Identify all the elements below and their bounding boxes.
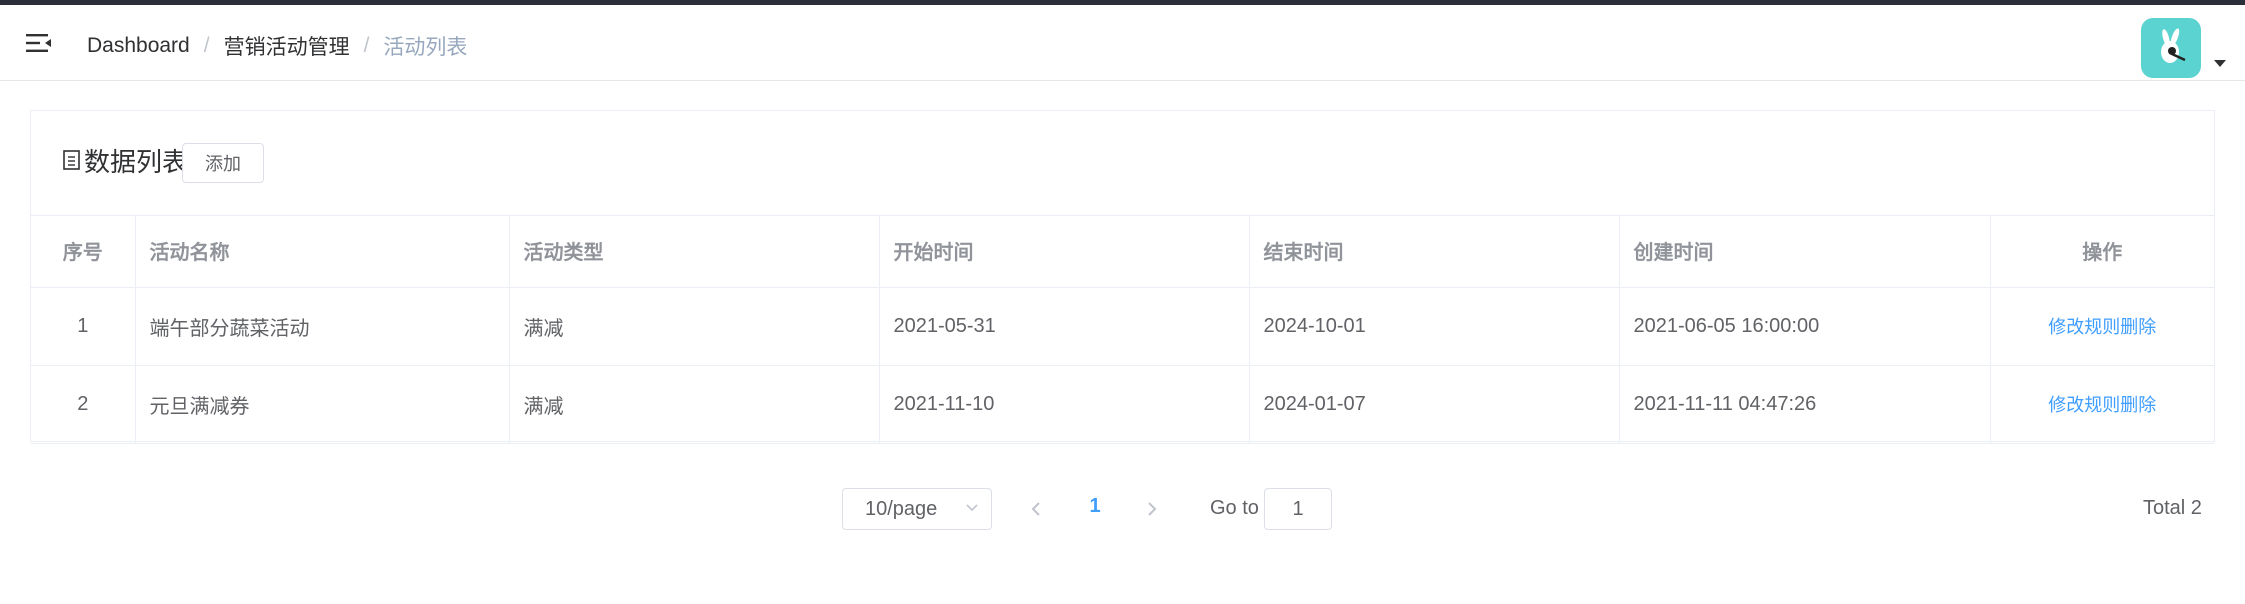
avatar-dropdown-caret-icon[interactable] — [2214, 60, 2226, 67]
edit-link[interactable]: 修改 — [2048, 395, 2084, 415]
breadcrumb: Dashboard / 营销活动管理 / 活动列表 — [87, 29, 467, 63]
cell-end: 2024-10-01 — [1249, 287, 1620, 366]
column-header-start: 开始时间 — [879, 215, 1250, 288]
user-avatar-icon[interactable] — [2141, 18, 2201, 78]
card-title: 数据列表 — [62, 143, 188, 177]
page-size-select[interactable]: 10/page — [842, 488, 992, 530]
table-row: 1 端午部分蔬菜活动 满减 2021-05-31 2024-10-01 2021… — [31, 287, 2214, 366]
cell-type: 满减 — [509, 287, 880, 366]
cell-start: 2021-11-10 — [879, 365, 1250, 444]
rule-link[interactable]: 规则 — [2084, 317, 2120, 337]
breadcrumb-separator: / — [203, 34, 210, 57]
prev-page-icon[interactable] — [1024, 496, 1048, 522]
cell-type: 满减 — [509, 365, 880, 444]
column-header-end: 结束时间 — [1249, 215, 1620, 288]
column-header-name: 活动名称 — [135, 215, 510, 288]
goto-label: Go to — [1210, 497, 1259, 519]
cell-actions: 修改规则删除 — [1990, 365, 2214, 444]
cell-index: 1 — [31, 287, 136, 366]
card-title-text: 数据列表 — [84, 146, 189, 177]
navbar: Dashboard / 营销活动管理 / 活动列表 — [0, 5, 2245, 81]
delete-link[interactable]: 删除 — [2120, 317, 2156, 337]
delete-link[interactable]: 删除 — [2120, 395, 2156, 415]
next-page-icon[interactable] — [1140, 496, 1164, 522]
activity-table: 序号 活动名称 活动类型 开始时间 结束时间 创建时间 操作 1 端午部分蔬菜活… — [31, 215, 2214, 444]
breadcrumb-current: 活动列表 — [383, 36, 468, 59]
column-header-index: 序号 — [31, 215, 136, 288]
cell-index: 2 — [31, 365, 136, 444]
cell-name: 端午部分蔬菜活动 — [135, 287, 510, 366]
cell-created: 2021-06-05 16:00:00 — [1619, 287, 1991, 366]
goto-page-input[interactable] — [1264, 488, 1332, 530]
breadcrumb-separator: / — [363, 34, 370, 57]
cell-actions: 修改规则删除 — [1990, 287, 2214, 366]
cell-name: 元旦满减券 — [135, 365, 510, 444]
rule-link[interactable]: 规则 — [2084, 395, 2120, 415]
breadcrumb-dashboard[interactable]: Dashboard — [87, 34, 190, 58]
chevron-down-icon — [966, 504, 978, 512]
total-count: Total 2 — [2143, 497, 2202, 519]
document-list-icon — [63, 150, 80, 170]
table-header-row: 序号 活动名称 活动类型 开始时间 结束时间 创建时间 操作 — [31, 215, 2214, 288]
data-list-card: 数据列表 添加 序号 活动名称 活动类型 开始时间 结束时间 创建时间 操作 1… — [30, 110, 2215, 444]
cell-created: 2021-11-11 04:47:26 — [1619, 365, 1991, 444]
add-button[interactable]: 添加 — [182, 143, 264, 183]
breadcrumb-marketing[interactable]: 营销活动管理 — [224, 31, 350, 61]
page-number-current[interactable]: 1 — [1082, 495, 1108, 523]
table-row: 2 元旦满减券 满减 2021-11-10 2024-01-07 2021-11… — [31, 365, 2214, 444]
cell-start: 2021-05-31 — [879, 287, 1250, 366]
page-size-value: 10/page — [865, 497, 938, 520]
card-header: 数据列表 添加 — [31, 111, 2214, 216]
edit-link[interactable]: 修改 — [2048, 317, 2084, 337]
column-header-created: 创建时间 — [1619, 215, 1991, 288]
hamburger-fold-icon[interactable] — [24, 31, 54, 55]
column-header-type: 活动类型 — [509, 215, 880, 288]
cell-end: 2024-01-07 — [1249, 365, 1620, 444]
column-header-actions: 操作 — [1990, 215, 2214, 288]
